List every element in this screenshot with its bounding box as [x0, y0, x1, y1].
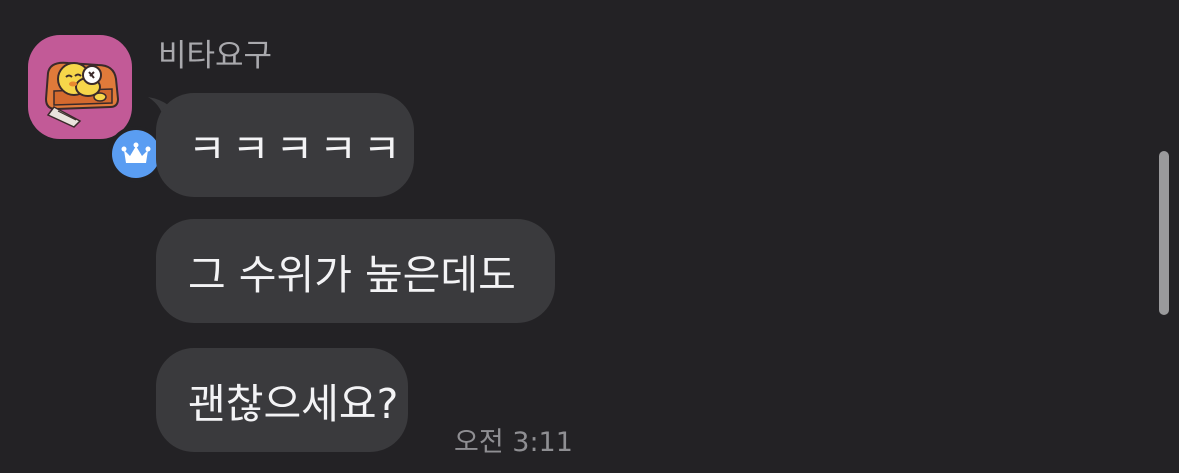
crown-badge [112, 130, 160, 178]
message-timestamp: 오전 3:11 [454, 427, 573, 458]
message-bubble[interactable]: ㅋㅋㅋㅋㅋ [156, 93, 414, 197]
message-text: 괜찮으세요? [188, 380, 399, 428]
avatar[interactable] [28, 35, 160, 178]
character-illustration-icon [44, 61, 120, 128]
sender-name[interactable]: 비타요구 [158, 36, 272, 76]
message-text: 그 수위가 높은데도 [188, 251, 516, 299]
crown-icon [121, 142, 151, 163]
message-bubble[interactable]: 괜찮으세요? [156, 348, 408, 452]
scrollbar[interactable] [1159, 151, 1169, 315]
chat-message-list: 비타요구 ㅋㅋㅋㅋㅋ 그 수위가 높은데도 괜찮으세요? 오전 3:11 [0, 0, 1179, 473]
message-bubble[interactable]: 그 수위가 높은데도 [156, 219, 555, 323]
message-text: ㅋㅋㅋㅋㅋ [188, 125, 407, 173]
